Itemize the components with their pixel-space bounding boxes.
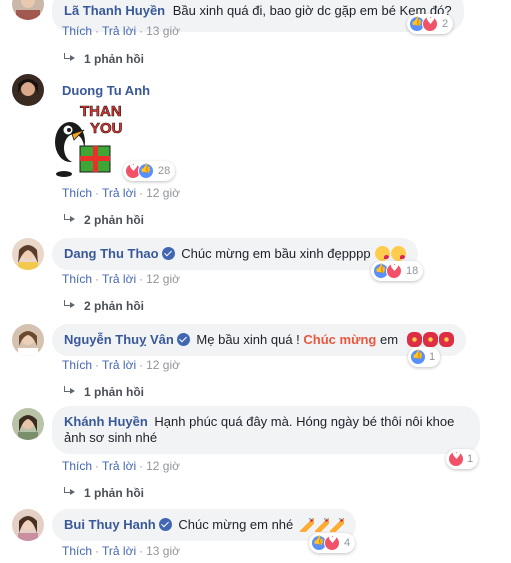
reply-link[interactable]: Trả lời [102,24,136,38]
party-popper-emoji [329,518,344,532]
comment-text-end: em [380,332,399,347]
verified-badge-icon [176,333,190,346]
like-link[interactable]: Thích [62,459,92,473]
kissing-face-emoji [375,246,391,261]
replies-count: 1 phản hồi [84,52,144,66]
view-replies-link[interactable]: 1 phản hồi [64,52,144,66]
comment-text: Chúc mừng em bầu xinh đẹpppp [181,246,371,261]
reaction-summary[interactable]: 1 [446,449,479,469]
like-link[interactable]: Thích [62,544,92,558]
comment-bubble: Nguyễn Thuỵ Vân Mẹ bầu xinh quá ! Chúc m… [52,324,466,356]
hibiscus-emoji [406,332,422,347]
comment-actions: Thích · Trả lời · 12 giờ [62,358,180,372]
comment-time[interactable]: 13 giờ [146,24,180,38]
reaction-summary[interactable]: 4 [309,533,356,553]
reaction-count: 2 [442,18,449,30]
comment-bubble: Dang Thu Thao Chúc mừng em bầu xinh đẹpp… [52,238,419,270]
reply-arrow-icon [64,300,76,310]
reaction-count: 28 [158,165,171,177]
comment-author[interactable]: Khánh Huyền [64,414,148,429]
reply-link[interactable]: Trả lời [102,358,136,372]
reply-arrow-icon [64,386,76,396]
replies-count: 2 phản hồi [84,299,144,313]
hibiscus-emoji [422,332,438,347]
reaction-summary[interactable]: 28 [123,161,176,181]
comment-author[interactable]: Nguyễn Thuỵ Vân [64,332,174,347]
like-link[interactable]: Thích [62,358,92,372]
reaction-summary[interactable]: 18 [371,261,424,281]
thank-you-sticker: THANK YOU! [50,100,133,185]
comment-author[interactable]: Lã Thanh Huyền [64,3,165,18]
comment-actions: Thích · Trả lời · 12 giờ [62,459,180,473]
like-reaction-icon [410,349,426,365]
reply-link[interactable]: Trả lời [102,272,136,286]
reply-link[interactable]: Trả lời [102,459,136,473]
avatar[interactable] [12,408,44,440]
party-popper-emoji [314,518,329,532]
verified-badge-icon [158,518,172,531]
comment-actions: Thích · Trả lời · 12 giờ [62,272,180,286]
comment-text: Mẹ bầu xinh quá ! [196,332,300,347]
avatar[interactable] [12,0,44,20]
reply-arrow-icon [64,214,76,224]
view-replies-link[interactable]: 1 phản hồi [64,385,144,399]
comment-time[interactable]: 13 giờ [146,544,180,558]
like-link[interactable]: Thích [62,186,92,200]
like-link[interactable]: Thích [62,24,92,38]
reaction-summary[interactable]: 1 [408,347,441,367]
reply-arrow-icon [64,53,76,63]
verified-badge-icon [161,247,175,260]
comment-author[interactable]: Duong Tu Anh [62,83,150,98]
replies-count: 2 phản hồi [84,213,144,227]
reaction-count: 1 [467,453,474,465]
reaction-count: 18 [406,265,419,277]
comment-actions: Thích · Trả lời · 13 giờ [62,24,180,38]
reaction-count: 1 [429,351,436,363]
love-reaction-icon [422,16,438,32]
sticker-text-2: YOU! [90,120,122,137]
kissing-face-emoji [391,246,407,261]
party-popper-emoji [299,518,314,532]
reply-link[interactable]: Trả lời [102,186,136,200]
reply-arrow-icon [64,487,76,497]
comment-text: Chúc mừng em nhé [178,517,294,532]
comment-author[interactable]: Bui Thuy Hanh [64,517,156,532]
view-replies-link[interactable]: 2 phản hồi [64,299,144,313]
avatar[interactable] [12,509,44,541]
like-link[interactable]: Thích [62,272,92,286]
comment-time[interactable]: 12 giờ [146,186,180,200]
replies-count: 1 phản hồi [84,385,144,399]
reaction-count: 4 [344,537,351,549]
hibiscus-emoji [438,332,454,347]
comment-actions: Thích · Trả lời · 13 giờ [62,544,180,558]
avatar[interactable] [12,324,44,356]
celebration-link[interactable]: Chúc mừng [303,332,376,347]
comment-actions: Thích · Trả lời · 12 giờ [62,186,180,200]
like-reaction-icon [138,163,154,179]
comment-bubble: Khánh Huyền Hạnh phúc quá đây mà. Hóng n… [52,406,480,454]
view-replies-link[interactable]: 2 phản hồi [64,213,144,227]
comment-time[interactable]: 12 giờ [146,459,180,473]
avatar[interactable] [12,74,44,106]
sticker-text-1: THANK [80,103,122,120]
love-reaction-icon [448,451,464,467]
view-replies-link[interactable]: 1 phản hồi [64,486,144,500]
love-reaction-icon [324,535,340,551]
comment-time[interactable]: 12 giờ [146,272,180,286]
comment-time[interactable]: 12 giờ [146,358,180,372]
reply-link[interactable]: Trả lời [102,544,136,558]
avatar[interactable] [12,238,44,270]
love-reaction-icon [386,263,402,279]
reaction-summary[interactable]: 2 [407,14,454,34]
replies-count: 1 phản hồi [84,486,144,500]
comment-author[interactable]: Dang Thu Thao [64,246,159,261]
